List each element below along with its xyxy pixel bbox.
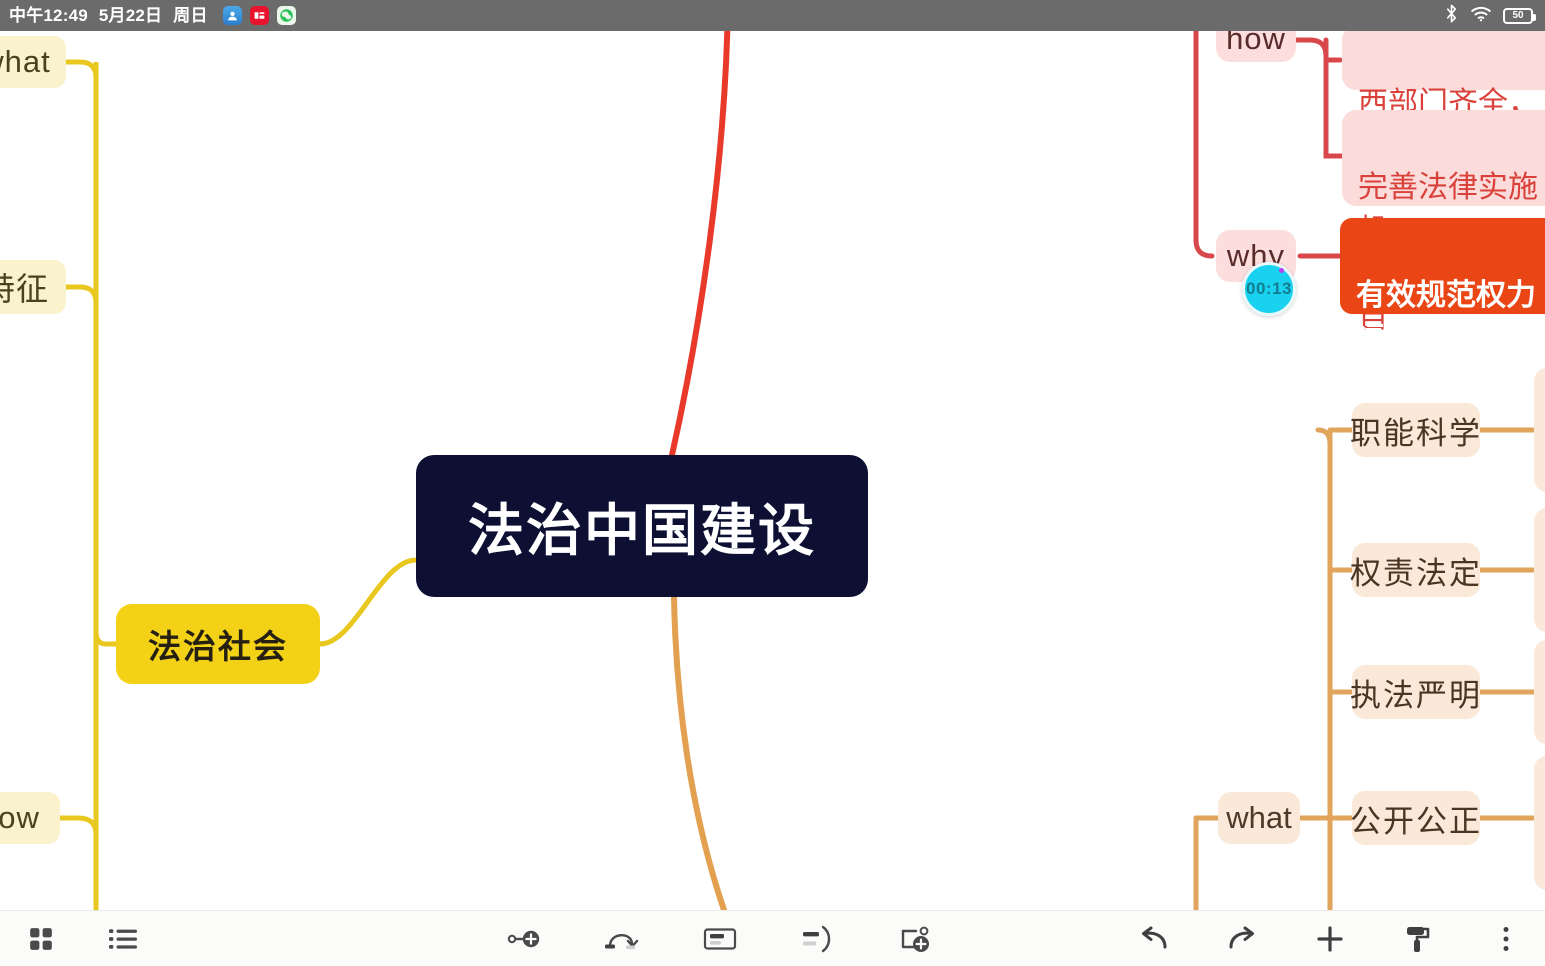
outline-list-icon[interactable] bbox=[104, 920, 142, 958]
node-red-detail-2[interactable]: 完善法律实施机 责，社会公众自 bbox=[1342, 110, 1545, 334]
node-red-detail-1[interactable]: 西部门齐全，体 bbox=[1342, 26, 1545, 163]
add-child-node-icon[interactable] bbox=[897, 920, 935, 958]
node-zhifa-yanming-label: 执法严明 bbox=[1350, 677, 1482, 713]
more-options-icon[interactable] bbox=[1487, 920, 1525, 958]
toolbar-right-group bbox=[1135, 920, 1525, 958]
mindmap-app-screen: 法治中国建设 what 特征 法治社会 how how 西部门齐全，体 完善法律… bbox=[0, 0, 1545, 966]
node-fazhi-shehui-label: 法治社会 bbox=[148, 628, 288, 665]
grid-view-icon[interactable] bbox=[22, 920, 60, 958]
status-bar-right: 50 bbox=[1444, 3, 1545, 29]
add-relation-arrow-icon[interactable] bbox=[603, 920, 641, 958]
add-icon[interactable] bbox=[1311, 920, 1349, 958]
recording-timer-label: 00:13 bbox=[1246, 279, 1292, 298]
undo-icon[interactable] bbox=[1135, 920, 1173, 958]
battery-level-label: 50 bbox=[1512, 9, 1524, 21]
node-zhineng-kexue[interactable]: 职能科学 bbox=[1350, 403, 1482, 457]
node-body-clipped-4[interactable] bbox=[1534, 756, 1545, 890]
node-gongkai-gongzheng-label: 公开公正 bbox=[1350, 803, 1482, 839]
node-what-right[interactable]: what bbox=[1218, 792, 1300, 844]
green-chat-app-icon bbox=[276, 6, 296, 25]
format-brush-icon[interactable] bbox=[1399, 920, 1437, 958]
node-tezheng[interactable]: 特征 bbox=[0, 260, 66, 314]
node-quanze-fading[interactable]: 权责法定 bbox=[1350, 543, 1482, 597]
recording-timer-badge[interactable]: 00:13 bbox=[1242, 262, 1296, 316]
node-how-left[interactable]: how bbox=[0, 792, 60, 844]
node-what-right-label: what bbox=[1226, 800, 1292, 835]
node-tezheng-label: 特征 bbox=[0, 271, 49, 307]
bottom-toolbar bbox=[0, 910, 1545, 966]
add-summary-icon[interactable] bbox=[701, 920, 739, 958]
status-bar-date: 5月22日 bbox=[98, 6, 163, 25]
mindmap-canvas[interactable]: 法治中国建设 what 特征 法治社会 how how 西部门齐全，体 完善法律… bbox=[0, 0, 1545, 910]
status-bar-weekday: 周日 bbox=[173, 6, 208, 25]
status-bar: 中午12:49 5月22日 周日 50 bbox=[0, 0, 1545, 31]
status-bar-left: 中午12:49 5月22日 周日 bbox=[0, 6, 296, 25]
node-what-left-label: what bbox=[0, 44, 51, 79]
node-quanze-fading-label: 权责法定 bbox=[1350, 555, 1482, 591]
node-red-detail-3[interactable]: 有效规范权力运行 家治理体系和治 bbox=[1340, 218, 1545, 442]
mindmap-root-node[interactable]: 法治中国建设 bbox=[416, 455, 868, 597]
redo-icon[interactable] bbox=[1223, 920, 1261, 958]
node-zhineng-kexue-label: 职能科学 bbox=[1350, 415, 1482, 451]
node-body-clipped-2[interactable] bbox=[1534, 508, 1545, 632]
bluetooth-icon bbox=[1444, 3, 1459, 29]
red-note-app-icon bbox=[249, 6, 269, 25]
node-zhifa-yanming[interactable]: 执法严明 bbox=[1350, 665, 1482, 719]
blue-app-icon bbox=[222, 6, 242, 25]
status-bar-time: 中午12:49 bbox=[9, 6, 88, 25]
node-body-clipped-3[interactable] bbox=[1534, 640, 1545, 744]
toolbar-left-group bbox=[0, 920, 142, 958]
node-what-left[interactable]: what bbox=[0, 36, 66, 88]
node-gongkai-gongzheng[interactable]: 公开公正 bbox=[1350, 791, 1482, 845]
add-bracket-icon[interactable] bbox=[799, 920, 837, 958]
timer-dot-indicator bbox=[1279, 268, 1284, 273]
toolbar-middle-group bbox=[505, 920, 935, 958]
node-how-left-label: how bbox=[0, 800, 40, 835]
node-fazhi-shehui[interactable]: 法治社会 bbox=[116, 604, 320, 684]
node-body-clipped-1[interactable] bbox=[1534, 368, 1545, 492]
wifi-icon bbox=[1470, 5, 1492, 27]
add-sibling-node-icon[interactable] bbox=[505, 920, 543, 958]
root-node-label: 法治中国建设 bbox=[468, 498, 816, 562]
status-bar-app-icons bbox=[222, 6, 296, 25]
battery-indicator: 50 bbox=[1503, 7, 1536, 24]
